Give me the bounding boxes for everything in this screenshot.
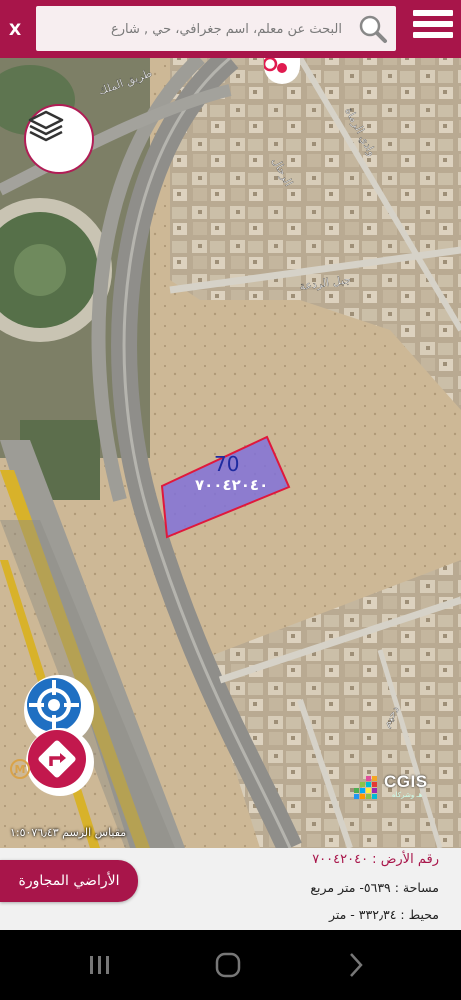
layers-icon	[28, 110, 64, 142]
hamburger-menu-icon[interactable]	[413, 10, 453, 48]
land-perimeter: محيط : ٣٣٢٫٣٤ - متر	[328, 907, 439, 922]
android-nav-bar	[0, 930, 461, 1000]
layers-button[interactable]	[24, 104, 94, 174]
location-pin-icon	[264, 56, 287, 73]
parcel-number-label: 70	[214, 452, 240, 476]
map-scale-label: مقياس الرسم ١:٥٠٧٦٫٤٣	[10, 826, 127, 839]
search-box[interactable]	[36, 6, 396, 53]
cgis-subtext: هـ وشركاه	[392, 791, 423, 799]
map-view[interactable]: طريق الملك وادي الرماة الرحال جبل الردعة…	[0, 0, 461, 848]
land-area: مساحة : ٥٦٣٩- متر مربع	[310, 880, 439, 895]
parcel-id-label: ٧٠٠٤٢٠٤٠	[195, 476, 269, 494]
land-number: رقم الأرض : ٧٠٠٤٢٠٤٠	[312, 852, 439, 867]
search-input[interactable]	[44, 6, 344, 53]
cgis-text: CGIS	[384, 772, 428, 791]
compass-icon: M	[10, 759, 30, 779]
cgis-logo: CGIS هـ وشركاه	[352, 772, 432, 806]
adjacent-lands-button[interactable]: الأراضي المجاورة	[0, 860, 138, 902]
close-button[interactable]: X	[0, 0, 30, 58]
land-info-panel: رقم الأرض : ٧٠٠٤٢٠٤٠ مساحة : ٥٦٣٩- متر م…	[0, 848, 461, 930]
back-icon[interactable]	[336, 946, 376, 984]
search-icon[interactable]	[358, 14, 388, 44]
home-icon[interactable]	[208, 946, 248, 984]
recent-apps-icon[interactable]	[80, 946, 120, 984]
cgis-grid-icon	[354, 776, 377, 799]
top-bar: X	[0, 0, 461, 58]
crosshair-icon	[27, 678, 81, 732]
directions-icon	[28, 730, 86, 788]
directions-button[interactable]	[26, 728, 94, 796]
